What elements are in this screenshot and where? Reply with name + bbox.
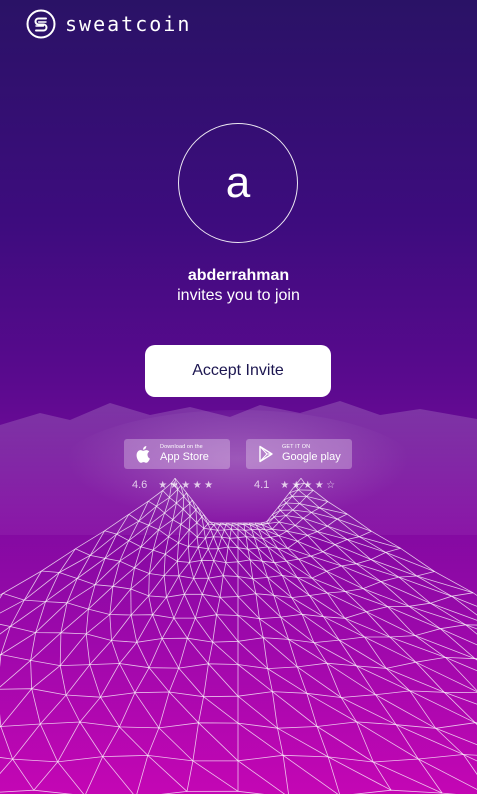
google-play-icon xyxy=(259,445,273,463)
google-play-rating-value: 4.1 xyxy=(254,479,270,491)
app-store-rating: 4.6 ★★★★★ xyxy=(132,479,216,491)
sweatcoin-logo[interactable]: sweatcoin xyxy=(26,9,191,39)
apple-icon xyxy=(136,446,150,463)
inviter-name: abderrahman xyxy=(187,267,290,284)
google-play-small-label: GET IT ON xyxy=(282,443,311,450)
app-store-badge[interactable]: Download on the App Store xyxy=(124,439,230,469)
sweatcoin-s-icon xyxy=(26,9,56,39)
accept-invite-button[interactable]: Accept Invite xyxy=(145,345,331,397)
app-store-small-label: Download on the xyxy=(160,443,203,450)
brand-name: sweatcoin xyxy=(65,12,192,36)
google-play-rating: 4.1 ★★★★☆ xyxy=(254,479,338,491)
google-play-rating-stars: ★★★★☆ xyxy=(280,479,338,491)
inviter-avatar: a xyxy=(178,123,298,243)
google-play-badge[interactable]: GET IT ON Google play xyxy=(246,439,352,469)
invite-message: invites you to join xyxy=(177,287,300,304)
app-store-rating-value: 4.6 xyxy=(132,479,148,491)
google-play-label: Google play xyxy=(282,451,341,464)
wireframe-terrain-background xyxy=(0,401,477,794)
app-store-rating-stars: ★★★★★ xyxy=(158,479,216,491)
app-store-label: App Store xyxy=(160,451,209,464)
